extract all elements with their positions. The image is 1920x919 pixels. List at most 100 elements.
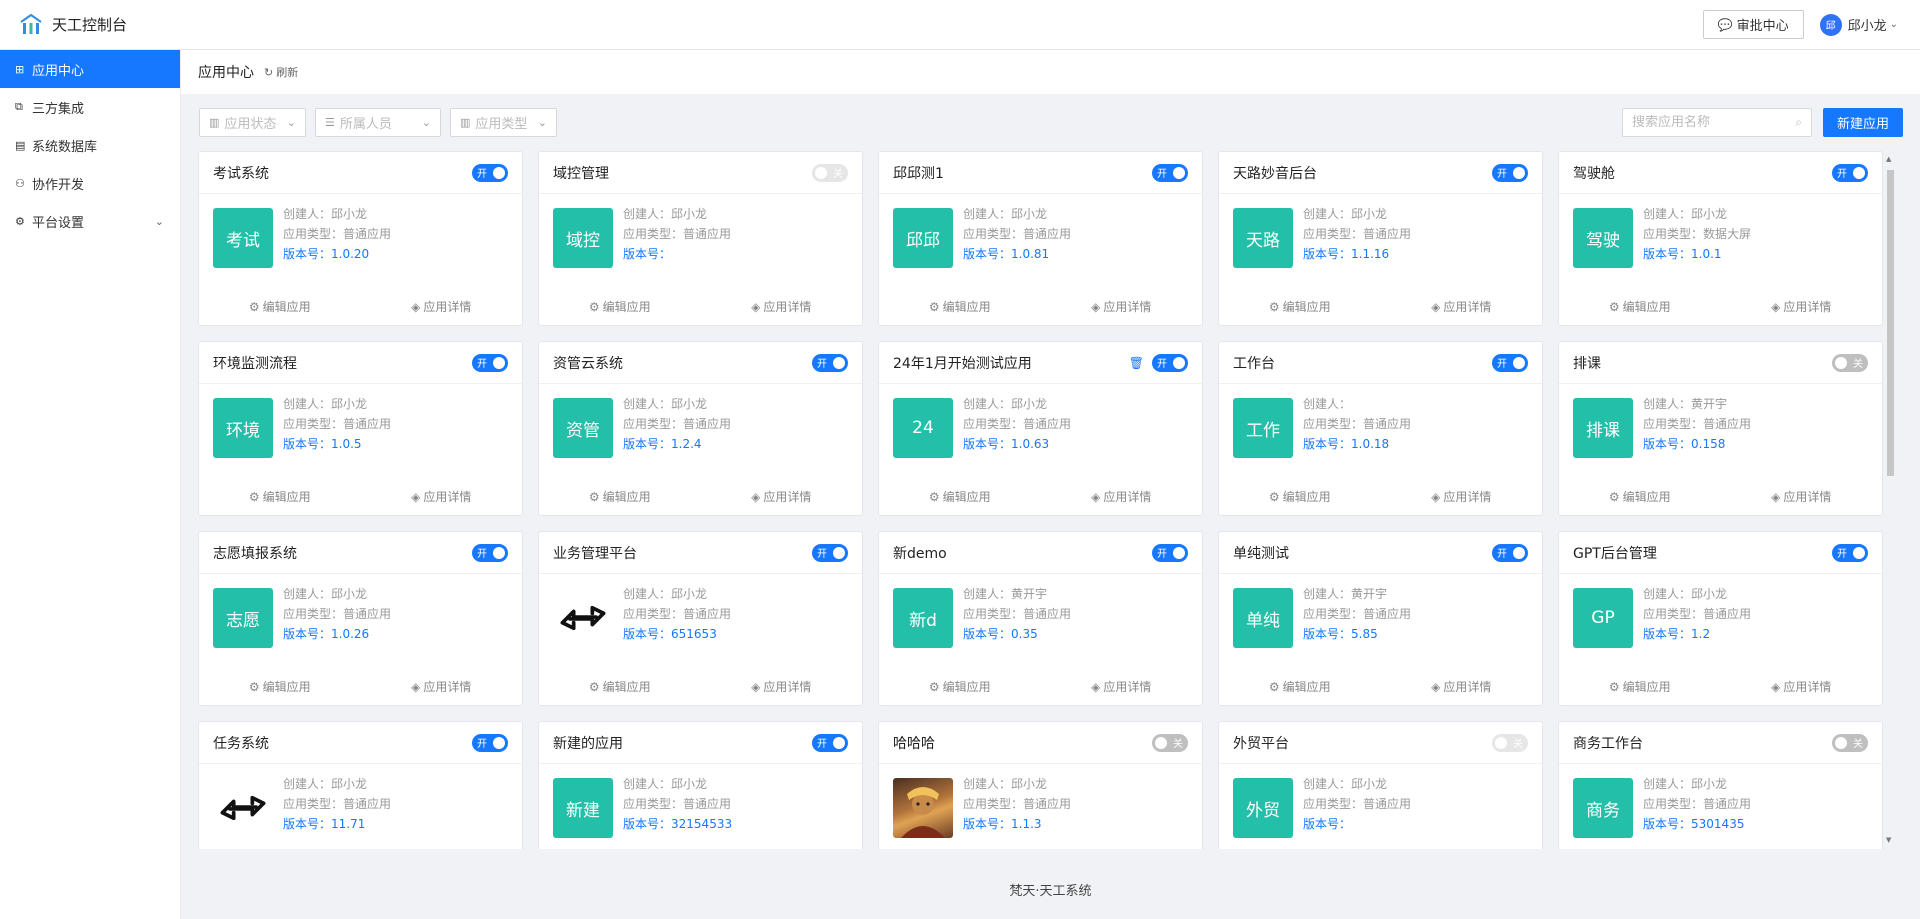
app-card[interactable]: 天路妙音后台 开 天路 创建人：邱小龙 应用类型：普通应用 版本号：1.1.16…: [1218, 151, 1543, 326]
app-detail-button[interactable]: ◈ 应用详情: [701, 488, 863, 505]
sidebar-item-4[interactable]: ⚙ 平台设置 ⌄: [0, 202, 180, 240]
app-card[interactable]: 排课 关 排课 创建人：黄开宇 应用类型：普通应用 版本号：0.158 ⚙ 编辑应…: [1558, 341, 1883, 516]
edit-app-button[interactable]: ⚙ 编辑应用: [1559, 298, 1721, 315]
app-name: 单纯测试: [1233, 545, 1289, 562]
new-app-button[interactable]: 新建应用: [1823, 108, 1903, 137]
version-line: 版本号：1.2: [1643, 624, 1751, 644]
scroll-down-arrow[interactable]: ▼: [1886, 836, 1891, 844]
edit-app-button[interactable]: ⚙ 编辑应用: [539, 298, 701, 315]
app-type-select[interactable]: ▥ 应用类型 ⌄: [450, 108, 557, 137]
app-detail-button[interactable]: ◈ 应用详情: [361, 488, 523, 505]
app-card[interactable]: 环境监测流程 开 环境 创建人：邱小龙 应用类型：普通应用 版本号：1.0.5 …: [198, 341, 523, 516]
chevron-down-icon[interactable]: ⌄: [155, 215, 164, 228]
app-card[interactable]: 考试系统 开 考试 创建人：邱小龙 应用类型：普通应用 版本号：1.0.20 ⚙…: [198, 151, 523, 326]
gear-icon: ⚙: [1608, 489, 1620, 504]
status-toggle[interactable]: 关: [1152, 733, 1188, 752]
sidebar-item-3[interactable]: ⚇ 协作开发: [0, 164, 180, 202]
status-toggle[interactable]: 开: [472, 163, 508, 182]
status-toggle[interactable]: 开: [1492, 163, 1528, 182]
edit-app-button[interactable]: ⚙ 编辑应用: [1559, 678, 1721, 695]
app-detail-button[interactable]: ◈ 应用详情: [701, 298, 863, 315]
app-status-select[interactable]: ▥ 应用状态 ⌄: [199, 108, 306, 137]
sidebar-item-2[interactable]: ▤ 系统数据库: [0, 126, 180, 164]
sidebar-item-0[interactable]: ⊞ 应用中心: [0, 50, 180, 88]
type-label: 应用类型：: [623, 417, 684, 431]
app-card[interactable]: 驾驶舱 开 驾驶 创建人：邱小龙 应用类型：数据大屏 版本号：1.0.1 ⚙ 编辑…: [1558, 151, 1883, 326]
scrollbar-thumb[interactable]: [1887, 170, 1894, 476]
app-card[interactable]: 任务系统 开 创建人：邱小龙 应用类型：普通应用 版本号：11.71 ⚙编辑应用…: [198, 721, 523, 849]
toggle-knob: [493, 166, 505, 179]
status-toggle[interactable]: 关: [1832, 353, 1868, 372]
approval-center-button[interactable]: 💬 审批中心: [1702, 10, 1804, 39]
refresh-button[interactable]: ↻ 刷新: [264, 64, 298, 80]
app-detail-button[interactable]: ◈ 应用详情: [1721, 488, 1883, 505]
search-icon[interactable]: ⌕: [1795, 115, 1802, 130]
status-toggle[interactable]: 开: [812, 543, 848, 562]
app-card[interactable]: 24年1月开始测试应用 🗑 开 24 创建人：邱小龙 应用类型：普通应用 版本号…: [878, 341, 1203, 516]
app-card[interactable]: 新建的应用 开 新建 创建人：邱小龙 应用类型：普通应用 版本号：3215453…: [538, 721, 863, 849]
creator-line: 创建人：邱小龙: [963, 394, 1071, 414]
edit-app-button[interactable]: ⚙ 编辑应用: [1219, 678, 1381, 695]
edit-app-button[interactable]: ⚙ 编辑应用: [199, 678, 361, 695]
type-line: 应用类型：普通应用: [1303, 224, 1411, 244]
app-card[interactable]: 域控管理 关 域控 创建人：邱小龙 应用类型：普通应用 版本号： ⚙ 编辑应用 ◈…: [538, 151, 863, 326]
app-card[interactable]: 哈哈哈 关 创建人：邱小龙 应用类型：普通应用 版本号：1.1.3 ⚙编辑应用 …: [878, 721, 1203, 849]
app-card[interactable]: 工作台 开 工作 创建人： 应用类型：普通应用 版本号：1.0.18 ⚙ 编辑应用…: [1218, 341, 1543, 516]
app-card[interactable]: 志愿填报系统 开 志愿 创建人：邱小龙 应用类型：普通应用 版本号：1.0.26…: [198, 531, 523, 706]
toggle-knob: [1173, 546, 1185, 559]
edit-app-button[interactable]: ⚙ 编辑应用: [199, 298, 361, 315]
edit-app-button[interactable]: ⚙ 编辑应用: [539, 488, 701, 505]
logo[interactable]: 天工控制台: [18, 12, 127, 38]
app-detail-button[interactable]: ◈ 应用详情: [1721, 298, 1883, 315]
app-card[interactable]: 新demo 开 新d 创建人：黄开宇 应用类型：普通应用 版本号：0.35 ⚙ 编…: [878, 531, 1203, 706]
status-toggle[interactable]: 开: [472, 543, 508, 562]
user-menu[interactable]: 邱 邱小龙 ⌄: [1819, 13, 1898, 36]
edit-app-button[interactable]: ⚙ 编辑应用: [1219, 488, 1381, 505]
edit-app-button[interactable]: ⚙ 编辑应用: [199, 488, 361, 505]
app-card[interactable]: 业务管理平台 开 创建人：邱小龙 应用类型：普通应用 版本号：651653 ⚙ 编…: [538, 531, 863, 706]
status-toggle[interactable]: 开: [1152, 353, 1188, 372]
status-toggle[interactable]: 开: [1152, 163, 1188, 182]
edit-app-button[interactable]: ⚙ 编辑应用: [879, 488, 1041, 505]
sidebar-item-1[interactable]: ⧉ 三方集成: [0, 88, 180, 126]
edit-app-button[interactable]: ⚙ 编辑应用: [1219, 298, 1381, 315]
edit-app-button[interactable]: ⚙ 编辑应用: [879, 678, 1041, 695]
status-toggle[interactable]: 开: [1492, 543, 1528, 562]
type-label: 应用类型：: [283, 797, 344, 811]
status-toggle[interactable]: 开: [472, 353, 508, 372]
app-detail-button[interactable]: ◈ 应用详情: [701, 678, 863, 695]
status-toggle[interactable]: 关: [812, 163, 848, 182]
status-toggle[interactable]: 开: [1152, 543, 1188, 562]
app-card[interactable]: 资管云系统 开 资管 创建人：邱小龙 应用类型：普通应用 版本号：1.2.4 ⚙…: [538, 341, 863, 516]
edit-app-button[interactable]: ⚙ 编辑应用: [1559, 488, 1721, 505]
app-card[interactable]: 商务工作台 关 商务 创建人：邱小龙 应用类型：普通应用 版本号：5301435…: [1558, 721, 1883, 849]
app-detail-button[interactable]: ◈ 应用详情: [361, 678, 523, 695]
app-detail-button[interactable]: ◈ 应用详情: [1041, 298, 1203, 315]
owner-select[interactable]: ☰ 所属人员 ⌄: [315, 108, 441, 137]
status-toggle[interactable]: 开: [1832, 163, 1868, 182]
status-toggle[interactable]: 开: [1832, 543, 1868, 562]
app-card[interactable]: 单纯测试 开 单纯 创建人：黄开宇 应用类型：普通应用 版本号：5.85 ⚙ 编辑…: [1218, 531, 1543, 706]
app-card[interactable]: GPT后台管理 开 GP 创建人：邱小龙 应用类型：普通应用 版本号：1.2 ⚙…: [1558, 531, 1883, 706]
app-detail-button[interactable]: ◈ 应用详情: [1721, 678, 1883, 695]
status-toggle[interactable]: 开: [812, 733, 848, 752]
status-toggle[interactable]: 开: [472, 733, 508, 752]
search-input[interactable]: [1632, 115, 1782, 130]
status-toggle[interactable]: 关: [1492, 733, 1528, 752]
app-card[interactable]: 邱邱测1 开 邱邱 创建人：邱小龙 应用类型：普通应用 版本号：1.0.81 ⚙…: [878, 151, 1203, 326]
sidebar-item-label: 三方集成: [32, 101, 85, 117]
app-detail-button[interactable]: ◈ 应用详情: [361, 298, 523, 315]
status-toggle[interactable]: 开: [1492, 353, 1528, 372]
status-toggle[interactable]: 开: [812, 353, 848, 372]
app-detail-button[interactable]: ◈ 应用详情: [1381, 678, 1543, 695]
app-detail-button[interactable]: ◈ 应用详情: [1041, 488, 1203, 505]
edit-app-button[interactable]: ⚙ 编辑应用: [879, 298, 1041, 315]
edit-app-button[interactable]: ⚙ 编辑应用: [539, 678, 701, 695]
app-name: 域控管理: [553, 165, 609, 182]
app-detail-button[interactable]: ◈ 应用详情: [1041, 678, 1203, 695]
app-detail-button[interactable]: ◈ 应用详情: [1381, 488, 1543, 505]
app-detail-button[interactable]: ◈ 应用详情: [1381, 298, 1543, 315]
app-card[interactable]: 外贸平台 关 外贸 创建人：邱小龙 应用类型：普通应用 版本号： ⚙编辑应用 ◈…: [1218, 721, 1543, 849]
trash-icon[interactable]: 🗑: [1129, 356, 1144, 370]
status-toggle[interactable]: 关: [1832, 733, 1868, 752]
